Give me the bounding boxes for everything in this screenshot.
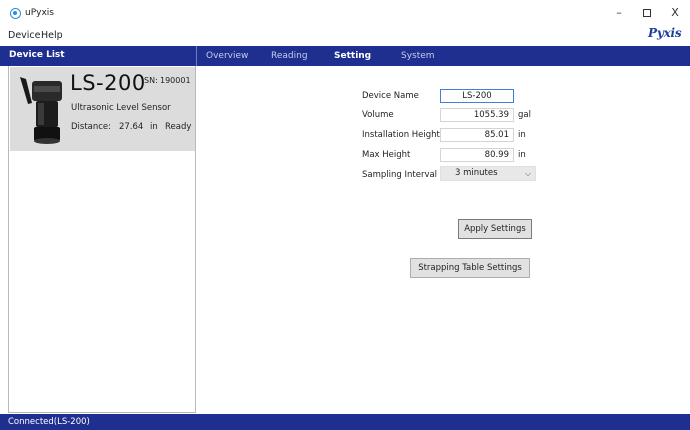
device-list-title: Device List [9,50,65,60]
brand-logo: Pyxis [648,26,682,40]
menu-bar: Device Help [0,28,690,44]
installation-height-unit: in [518,130,526,140]
tab-reading[interactable]: Reading [271,51,308,61]
maximize-icon [643,9,651,17]
device-name-field[interactable]: LS-200 [440,89,514,103]
nav-bar: Device List Overview Reading Setting Sys… [0,46,690,66]
distance-unit: in [150,122,158,132]
volume-unit: gal [518,110,531,120]
sensor-image [20,77,62,144]
distance-value: 27.64 [119,122,144,132]
volume-label: Volume [362,110,394,120]
app-window: uPyxis – X Device Help Pyxis Device List… [0,0,690,430]
serial-number-label: SN: [144,76,158,85]
strapping-table-settings-button[interactable]: Strapping Table Settings [410,258,530,278]
tab-overview[interactable]: Overview [206,51,248,61]
title-bar: uPyxis – X [0,0,690,28]
app-logo-icon [10,8,21,19]
sampling-interval-select[interactable]: 3 minutes ⌵ [440,166,536,181]
installation-height-label: Installation Height [362,130,440,140]
sampling-interval-label: Sampling Interval [362,170,438,180]
device-type: Ultrasonic Level Sensor [71,103,171,113]
chevron-down-icon: ⌵ [525,169,532,178]
status-bar: Connected(LS-200) [0,414,690,430]
tab-system[interactable]: System [401,51,435,61]
maximize-button[interactable] [636,4,658,22]
device-card[interactable]: LS-200 SN: 190001 Ultrasonic Level Senso… [10,67,195,151]
tab-setting[interactable]: Setting [334,51,371,61]
menu-help[interactable]: Help [41,30,63,41]
max-height-label: Max Height [362,150,411,160]
distance-label: Distance: [71,122,112,132]
close-button[interactable]: X [664,4,686,22]
volume-field[interactable]: 1055.39 [440,108,514,122]
device-status: Ready [165,122,192,132]
device-list-panel: LS-200 SN: 190001 Ultrasonic Level Senso… [8,66,196,413]
device-name-label: Device Name [362,91,419,101]
max-height-field[interactable]: 80.99 [440,148,514,162]
device-model: LS-200 [70,71,146,95]
sampling-interval-value: 3 minutes [455,168,498,178]
serial-number: 190001 [160,76,191,85]
installation-height-field[interactable]: 85.01 [440,128,514,142]
app-title: uPyxis [25,8,54,18]
max-height-unit: in [518,150,526,160]
minimize-button[interactable]: – [608,4,630,22]
menu-device[interactable]: Device [8,30,41,41]
connection-status: Connected(LS-200) [8,417,90,427]
nav-divider [196,46,197,66]
apply-settings-button[interactable]: Apply Settings [458,219,532,239]
